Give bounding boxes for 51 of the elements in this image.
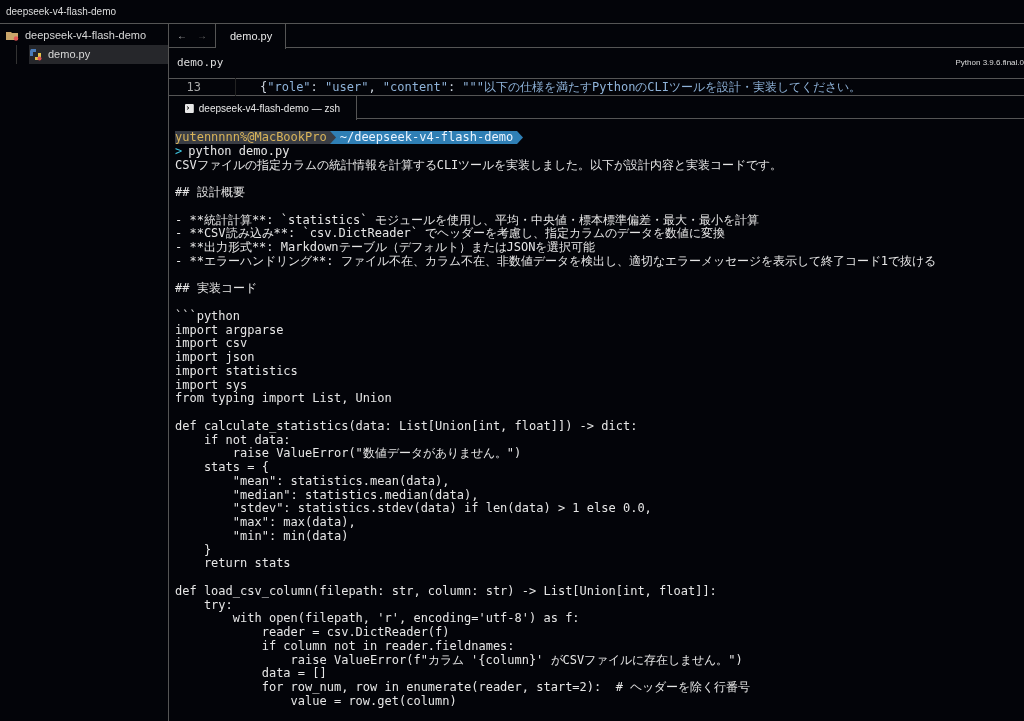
sidebar-item[interactable]: demo.py (29, 45, 168, 64)
terminal-line: raise ValueError("数値データがありません。") (231, 447, 522, 461)
terminal-line: "min": min(data) (231, 529, 349, 544)
terminal-line: CSVファイルの指定カラムの統計情報を計算するCLIツールを実装しました。以下が設計内容と実装コードです。 (175, 158, 783, 173)
window-title: deepseek-v4-flash-demo (6, 5, 117, 19)
terminal-line: import sys (175, 378, 248, 392)
terminal-line: "mean": statistics.mean(data), (231, 474, 450, 489)
terminal-line: if not data: (202, 433, 291, 447)
terminal-line: stats = { (202, 461, 269, 475)
terminal-line: def load_csv_column(filepath: str, column: str) -> List[Union[int, float]]: (175, 584, 717, 599)
terminal-line: import statistics (175, 364, 298, 379)
terminal-line: for row_num, row in enumerate(reader, start=2): # ヘッダーを除く行番号 (260, 681, 751, 695)
terminal-line: reader = csv.DictReader(f) (260, 626, 450, 640)
terminal-command: python demo.py (188, 144, 290, 158)
terminal-line: raise ValueError(f"カラム '{column}' がCSVファイルに存在しません。") (289, 653, 743, 667)
terminal-line: import csv (175, 337, 248, 351)
folder-icon (6, 30, 19, 41)
back-button[interactable]: ← (177, 28, 187, 43)
sidebar-item[interactable]: deepseek-v4-flash-demo (6, 26, 168, 45)
terminal-line: data = [] (260, 667, 327, 681)
terminal-line: def calculate_statistics(data: List[Union[int, float]]) -> dict: (175, 419, 638, 434)
terminal-line: } (202, 543, 212, 558)
terminal-line: ## 実装コード (175, 282, 257, 296)
terminal-line: import argparse (175, 323, 284, 337)
terminal-line: - **統計計算**: `statistics` モジュールを使用し、平均・中央値・標本標準偏差・最大・最小を計算 (175, 213, 759, 227)
terminal-line: - **CSV読み込み**: `csv.DictReader` でヘッダーを考慮し、指定カラムのデータを数値に変換 (175, 227, 726, 241)
terminal-line: "median": statistics.median(data), (231, 488, 479, 502)
terminal-line: "max": max(data), (231, 516, 356, 530)
terminal-line: "stdev": statistics.stdev(data) if len(data) > 1 else 0.0, (231, 502, 652, 516)
terminal-line: try: (202, 598, 233, 613)
terminal-icon (185, 103, 194, 113)
terminal-line: import json (175, 351, 255, 365)
forward-button[interactable]: → (197, 28, 207, 43)
terminal-line: with open(filepath, 'r', encoding='utf-8') as f: (231, 612, 580, 626)
interpreter-label: Python 3.9.6.final.0 (955, 57, 1024, 69)
prompt-symbol: > (175, 144, 183, 159)
terminal-line: value = row.get(column) (289, 694, 457, 709)
terminal-line: from typing import List, Union (175, 392, 392, 406)
terminal-line: if column not in reader.fieldnames: (260, 639, 515, 654)
terminal-line: - **エラーハンドリング**: ファイル不在、カラム不在、非数値データを検出し、適切なエラーメッセージを表示して終了コード1で抜ける (175, 254, 937, 269)
terminal-line: return stats (202, 557, 291, 571)
python-file-icon (29, 48, 42, 61)
editor-tab[interactable]: demo.py (216, 24, 286, 49)
line-number: 13 (185, 79, 202, 96)
terminal-line: ## 設計概要 (175, 186, 245, 200)
terminal-line: ```python (175, 309, 241, 324)
terminal-line: - **出力形式**: Markdownテーブル（デフォルト）またはJSONを選択可能 (175, 241, 596, 255)
separator-arrow-icon (329, 131, 336, 145)
terminal-tab[interactable]: deepseek-v4-flash-demo — zsh (169, 96, 357, 120)
breadcrumb: demo.py (177, 54, 224, 71)
separator-arrow-icon (517, 131, 524, 145)
